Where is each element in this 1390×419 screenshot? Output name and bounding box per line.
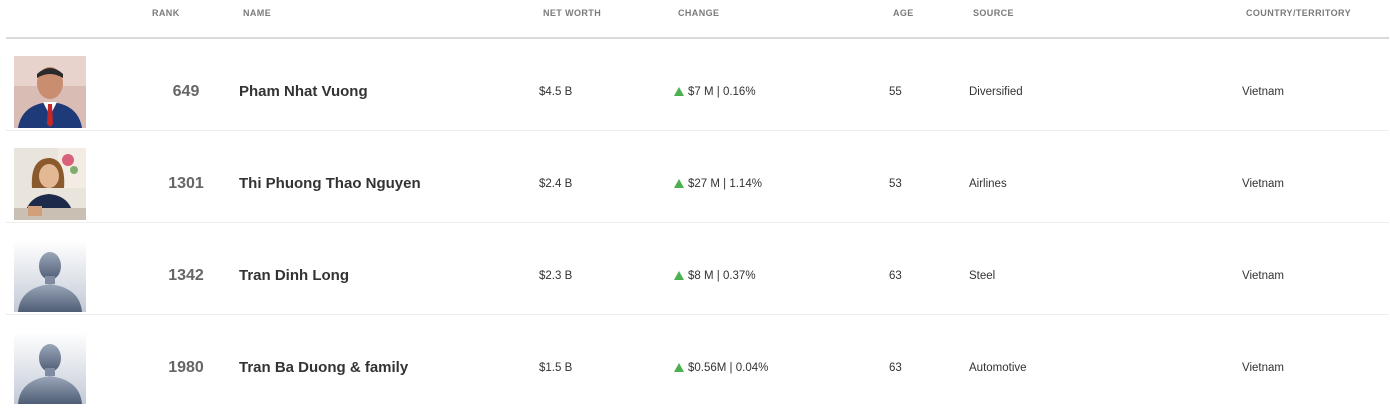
age-value: 63 xyxy=(889,270,902,282)
person-photo-icon xyxy=(14,56,86,128)
header-source[interactable]: SOURCE xyxy=(973,8,1014,18)
table-body: 649 Pham Nhat Vuong $4.5 B $7 M | 0.16% … xyxy=(6,39,1389,406)
source-value: Airlines xyxy=(969,178,1007,190)
person-photo[interactable] xyxy=(14,148,86,220)
up-triangle-icon xyxy=(674,179,684,188)
header-net-worth[interactable]: NET WORTH xyxy=(543,8,601,18)
billionaires-table: RANK NAME NET WORTH CHANGE AGE SOURCE CO… xyxy=(6,0,1389,406)
person-name[interactable]: Pham Nhat Vuong xyxy=(239,84,368,100)
header-age[interactable]: AGE xyxy=(893,8,914,18)
change-cell: $8 M | 0.37% xyxy=(674,270,756,283)
source-value: Automotive xyxy=(969,362,1027,374)
net-worth-value: $4.5 B xyxy=(539,86,573,98)
header-change[interactable]: CHANGE xyxy=(678,8,719,18)
country-value: Vietnam xyxy=(1242,86,1284,98)
age-value: 53 xyxy=(889,178,902,190)
table-row[interactable]: 649 Pham Nhat Vuong $4.5 B $7 M | 0.16% … xyxy=(6,39,1389,131)
person-photo-icon xyxy=(14,148,86,220)
change-value: $27 M | 1.14% xyxy=(688,178,762,190)
avatar-placeholder[interactable] xyxy=(14,240,86,312)
change-value: $7 M | 0.16% xyxy=(688,86,756,98)
avatar-placeholder-icon xyxy=(14,240,86,312)
source-value: Steel xyxy=(969,270,996,282)
age-value: 55 xyxy=(889,86,902,98)
country-value: Vietnam xyxy=(1242,362,1284,374)
change-cell: $27 M | 1.14% xyxy=(674,178,762,191)
up-triangle-icon xyxy=(674,363,684,372)
up-triangle-icon xyxy=(674,271,684,280)
up-triangle-icon xyxy=(674,87,684,96)
country-value: Vietnam xyxy=(1242,178,1284,190)
table-header: RANK NAME NET WORTH CHANGE AGE SOURCE CO… xyxy=(6,0,1389,39)
rank-value: 1980 xyxy=(168,359,204,376)
age-value: 63 xyxy=(889,362,902,374)
rank-value: 1301 xyxy=(168,175,204,192)
change-value: $8 M | 0.37% xyxy=(688,270,756,282)
change-cell: $7 M | 0.16% xyxy=(674,86,756,99)
header-rank[interactable]: RANK xyxy=(152,8,180,18)
table-row[interactable]: 1980 Tran Ba Duong & family $1.5 B $0.56… xyxy=(6,315,1389,406)
avatar-placeholder-icon xyxy=(14,332,86,404)
avatar-placeholder[interactable] xyxy=(14,332,86,404)
change-value: $0.56M | 0.04% xyxy=(688,362,769,374)
net-worth-value: $2.3 B xyxy=(539,270,573,282)
rank-value: 649 xyxy=(172,83,200,100)
person-name[interactable]: Tran Ba Duong & family xyxy=(239,360,408,376)
rank-value: 1342 xyxy=(168,267,204,284)
person-name[interactable]: Thi Phuong Thao Nguyen xyxy=(239,176,421,192)
source-value: Diversified xyxy=(969,86,1023,98)
header-name[interactable]: NAME xyxy=(243,8,271,18)
table-row[interactable]: 1301 Thi Phuong Thao Nguyen $2.4 B $27 M… xyxy=(6,131,1389,223)
net-worth-value: $2.4 B xyxy=(539,178,573,190)
header-country[interactable]: COUNTRY/TERRITORY xyxy=(1246,8,1351,18)
change-cell: $0.56M | 0.04% xyxy=(674,362,768,375)
person-name[interactable]: Tran Dinh Long xyxy=(239,268,349,284)
net-worth-value: $1.5 B xyxy=(539,362,573,374)
person-photo[interactable] xyxy=(14,56,86,128)
country-value: Vietnam xyxy=(1242,270,1284,282)
table-row[interactable]: 1342 Tran Dinh Long $2.3 B $8 M | 0.37% … xyxy=(6,223,1389,315)
